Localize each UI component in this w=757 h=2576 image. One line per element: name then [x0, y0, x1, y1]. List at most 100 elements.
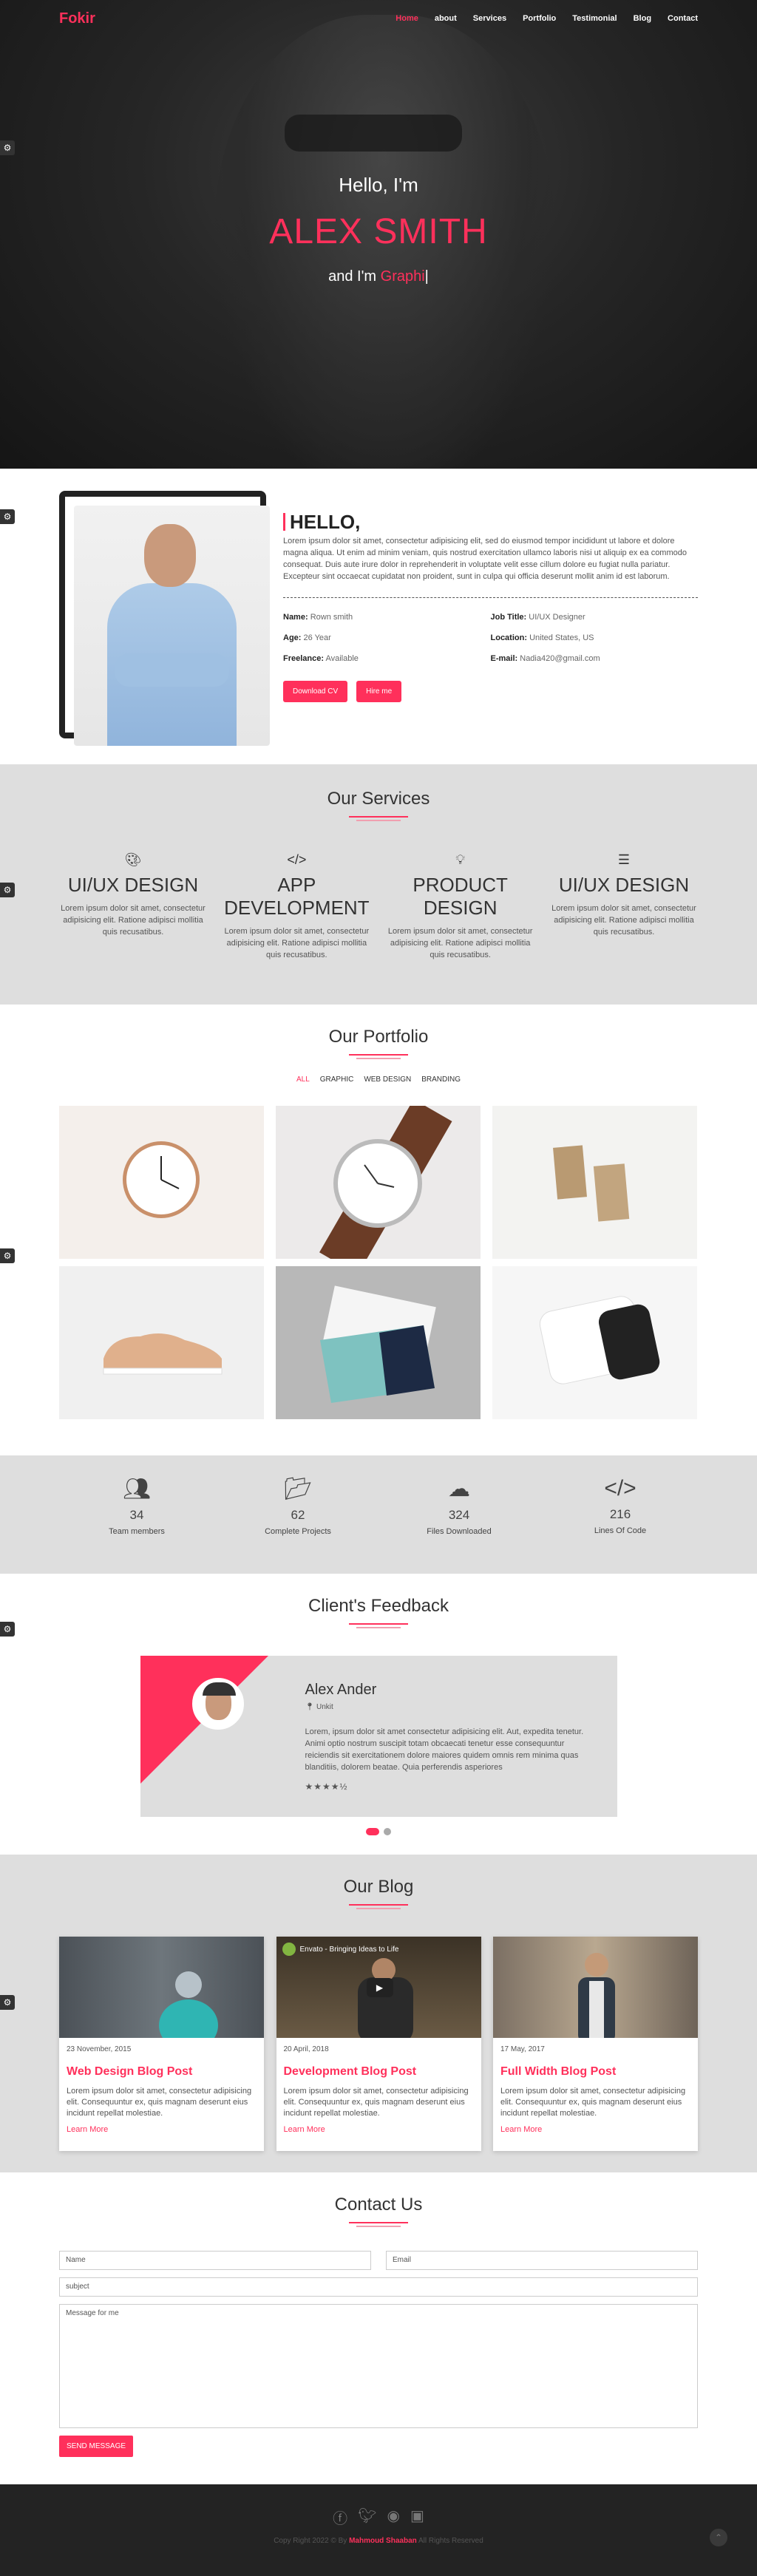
- info-location: Location: United States, US: [490, 633, 594, 642]
- about-info: HELLO, Lorem ipsum dolor sit amet, conse…: [270, 491, 698, 746]
- service-text: Lorem ipsum dolor sit amet, consectetur …: [61, 904, 206, 937]
- subject-field[interactable]: subject: [59, 2277, 698, 2297]
- blog-excerpt: Lorem ipsum dolor sit amet, consectetur …: [283, 2087, 469, 2118]
- name-field[interactable]: Name: [59, 2251, 371, 2270]
- service-text: Lorem ipsum dolor sit amet, consectetur …: [224, 927, 370, 959]
- nav-portfolio[interactable]: Portfolio: [523, 14, 556, 23]
- info-email: E-mail: Nadia420@gmail.com: [490, 654, 600, 663]
- send-message-button[interactable]: SEND MESSAGE: [59, 2436, 134, 2457]
- download-cv-button[interactable]: Download CV: [283, 681, 348, 702]
- portfolio-item-cards[interactable]: [492, 1106, 697, 1259]
- gear-icon[interactable]: ⚙: [0, 883, 15, 897]
- gear-icon[interactable]: ⚙: [0, 1622, 15, 1637]
- stat-number: 216: [609, 1507, 631, 1521]
- author-link[interactable]: Mahmoud Shaaban: [349, 2537, 417, 2545]
- portfolio-title: Our Portfolio: [328, 1027, 429, 1047]
- scroll-to-top-button[interactable]: ⌃: [710, 2529, 727, 2546]
- portfolio-item-watch[interactable]: [276, 1106, 481, 1259]
- info-job-title: Job Title: UI/UX Designer: [490, 613, 585, 622]
- nav-about[interactable]: about: [435, 14, 457, 23]
- site-logo[interactable]: Fokir: [59, 10, 95, 27]
- service-title: UI/UX DESIGN: [558, 874, 690, 896]
- filter-all[interactable]: ALL: [296, 1075, 310, 1084]
- folder-icon: 📂︎: [283, 1477, 313, 1501]
- stat-item: </> 216 Lines Of Code: [565, 1476, 676, 1536]
- blog-card: Envato - Bringing Ideas to Life ▶ 20 Apr…: [276, 1937, 481, 2151]
- palette-icon: 🎨︎: [124, 852, 142, 867]
- blog-image[interactable]: [493, 1937, 698, 2038]
- blog-card: 17 May, 2017 Full Width Blog Post Lorem …: [493, 1937, 698, 2151]
- stats-list: 👥︎ 34 Team members 📂︎ 62 Complete Projec…: [59, 1476, 698, 1536]
- blog-list: 23 November, 2015 Web Design Blog Post L…: [59, 1937, 698, 2151]
- learn-more-link[interactable]: Learn More: [500, 2125, 690, 2134]
- map-pin-icon: 📍︎: [305, 1703, 315, 1711]
- github-icon[interactable]: ◉: [387, 2507, 400, 2528]
- service-title: UI/UX DESIGN: [67, 874, 199, 896]
- portfolio-item-business-cards[interactable]: [276, 1266, 481, 1419]
- hero-role: and I'm Graphi|: [328, 268, 429, 285]
- blog-excerpt: Lorem ipsum dolor sit amet, consectetur …: [67, 2087, 252, 2118]
- gear-icon[interactable]: ⚙: [0, 509, 15, 524]
- blog-post-title[interactable]: Web Design Blog Post: [67, 2065, 257, 2079]
- title-underline: [349, 1053, 408, 1061]
- email-field[interactable]: Email: [386, 2251, 698, 2270]
- stat-item: 📂︎ 62 Complete Projects: [242, 1476, 353, 1536]
- play-icon[interactable]: ▶: [366, 1978, 393, 1997]
- blog-video[interactable]: Envato - Bringing Ideas to Life ▶: [276, 1937, 481, 2038]
- stats-section: 👥︎ 34 Team members 📂︎ 62 Complete Projec…: [0, 1455, 757, 1574]
- facebook-icon[interactable]: ⓕ: [333, 2507, 347, 2528]
- gear-icon[interactable]: ⚙: [0, 1248, 15, 1263]
- filter-graphic[interactable]: GRAPHIC: [320, 1075, 354, 1084]
- hero-role-prefix: and I'm: [328, 268, 377, 285]
- twitter-icon[interactable]: 🐦︎: [358, 2507, 376, 2528]
- filter-web-design[interactable]: WEB DESIGN: [364, 1075, 411, 1084]
- service-item: </> APP DEVELOPMENT Lorem ipsum dolor si…: [223, 852, 370, 961]
- stat-label: Lines Of Code: [594, 1526, 647, 1535]
- portfolio-item-speaker[interactable]: [492, 1266, 697, 1419]
- hire-me-button[interactable]: Hire me: [356, 681, 402, 702]
- portfolio-item-shoe[interactable]: [59, 1266, 264, 1419]
- stat-label: Files Downloaded: [427, 1527, 492, 1536]
- title-underline: [349, 815, 408, 823]
- blog-image[interactable]: [59, 1937, 264, 2038]
- blog-post-title[interactable]: Full Width Blog Post: [500, 2065, 690, 2079]
- learn-more-link[interactable]: Learn More: [284, 2125, 474, 2134]
- blog-card: 23 November, 2015 Web Design Blog Post L…: [59, 1937, 264, 2151]
- cloud-download-icon: ☁: [448, 1477, 470, 1501]
- feedback-title: Client's Feedback: [308, 1596, 449, 1616]
- blog-date: 17 May, 2017: [500, 2045, 545, 2053]
- linkedin-icon[interactable]: ▣: [410, 2507, 424, 2528]
- stat-number: 62: [291, 1508, 305, 1522]
- stat-label: Team members: [109, 1527, 165, 1536]
- nav-services[interactable]: Services: [473, 14, 506, 23]
- nav-contact[interactable]: Contact: [668, 14, 698, 23]
- filter-branding[interactable]: BRANDING: [421, 1075, 461, 1084]
- gear-icon[interactable]: ⚙: [0, 1995, 15, 2010]
- portfolio-item-clock[interactable]: [59, 1106, 264, 1259]
- carousel-dot-active[interactable]: [366, 1828, 379, 1835]
- blog-post-title[interactable]: Development Blog Post: [284, 2065, 474, 2079]
- nav-menu: Home about Services Portfolio Testimonia…: [396, 14, 698, 23]
- testimonial-card: Alex Ander 📍︎ Unkit Lorem, ipsum dolor s…: [140, 1656, 617, 1817]
- message-textarea[interactable]: Message for me: [59, 2304, 698, 2428]
- profile-photo: [74, 506, 270, 746]
- learn-more-link[interactable]: Learn More: [67, 2125, 257, 2134]
- stat-number: 34: [129, 1508, 144, 1522]
- service-item: ☰ UI/UX DESIGN Lorem ipsum dolor sit ame…: [550, 852, 698, 961]
- nav-blog[interactable]: Blog: [634, 14, 651, 23]
- service-item: 🎨︎ UI/UX DESIGN Lorem ipsum dolor sit am…: [59, 852, 207, 961]
- contact-form: Name Email subject Message for me SEND M…: [59, 2251, 698, 2457]
- social-links: ⓕ 🐦︎ ◉ ▣: [0, 2507, 757, 2528]
- nav-testimonial[interactable]: Testimonial: [572, 14, 617, 23]
- divider: [283, 597, 698, 598]
- personal-info: Name: Rown smith Job Title: UI/UX Design…: [283, 613, 698, 663]
- service-text: Lorem ipsum dolor sit amet, consectetur …: [551, 904, 696, 937]
- carousel-dot[interactable]: [384, 1828, 391, 1835]
- navbar: Fokir Home about Services Portfolio Test…: [0, 0, 757, 37]
- stat-label: Complete Projects: [265, 1527, 331, 1536]
- service-title: APP DEVELOPMENT: [224, 874, 370, 919]
- info-freelance: Freelance: Available: [283, 654, 359, 663]
- gear-icon[interactable]: ⚙: [0, 140, 15, 155]
- nav-home[interactable]: Home: [396, 14, 418, 23]
- about-section: ⚙ HELLO, Lorem ipsum dolor sit amet, con…: [0, 469, 757, 764]
